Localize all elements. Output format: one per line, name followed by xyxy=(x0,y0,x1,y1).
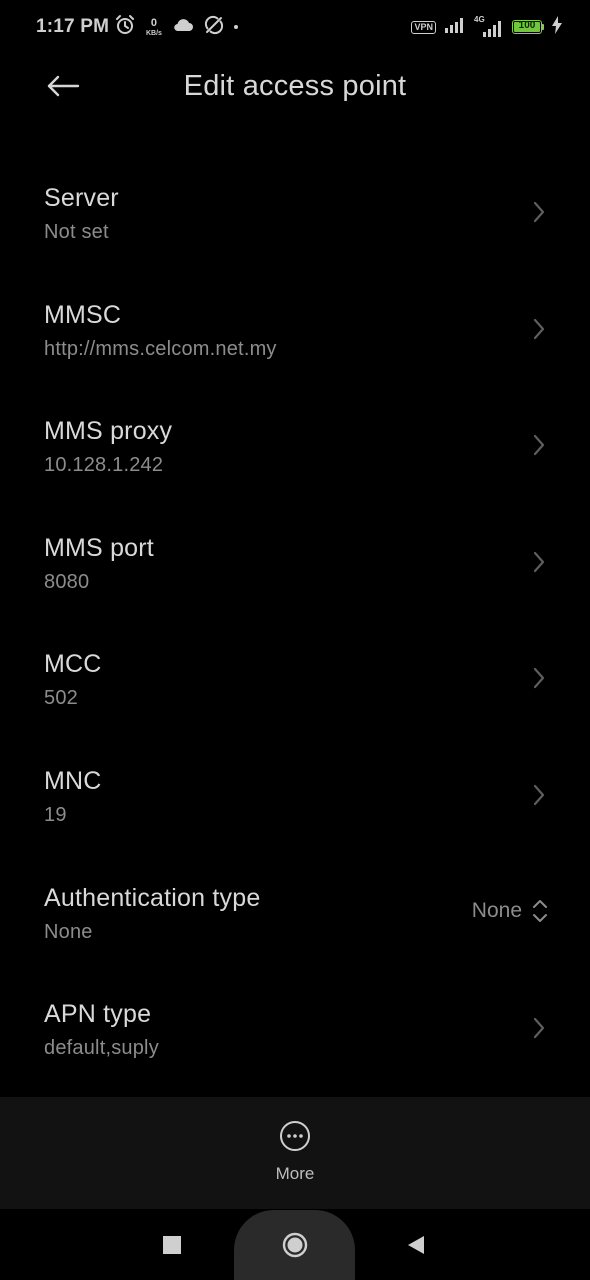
setting-row-mnc[interactable]: MNC 19 xyxy=(0,735,590,852)
setting-title: Server xyxy=(44,184,119,212)
home-button[interactable] xyxy=(234,1210,355,1280)
speed-value: 0 xyxy=(150,16,158,29)
setting-value: None xyxy=(44,920,93,943)
settings-list: Server Not set MMSC http://mms.celcom.ne… xyxy=(0,152,590,1085)
status-bar: 1:17 PM 0 KB/s VPN 4G 100 xyxy=(0,0,590,54)
battery-cap xyxy=(542,24,544,30)
notification-dot xyxy=(233,25,238,29)
no-sync-icon xyxy=(204,15,224,40)
network-speed: 0 KB/s xyxy=(146,16,162,37)
recents-button[interactable] xyxy=(162,1235,182,1255)
setting-value: Not set xyxy=(44,221,109,243)
setting-row-mmsc[interactable]: MMSC http://mms.celcom.net.my xyxy=(0,269,590,386)
status-left-icons: 0 KB/s xyxy=(114,14,238,40)
page-title: Edit access point xyxy=(183,70,407,102)
setting-title: MMS proxy xyxy=(44,417,173,446)
setting-title: MCC xyxy=(44,650,102,679)
speed-unit: KB/s xyxy=(146,29,162,37)
system-back-button[interactable] xyxy=(404,1233,426,1257)
system-navigation-bar xyxy=(0,1209,590,1280)
setting-row-mms-port[interactable]: MMS port 8080 xyxy=(0,502,590,619)
charging-icon xyxy=(552,15,562,39)
chevron-right-icon xyxy=(533,668,545,689)
setting-title: MMSC xyxy=(44,300,122,329)
alarm-icon xyxy=(114,14,136,41)
app-header: Edit access point xyxy=(0,54,590,124)
setting-title: MMS port xyxy=(44,533,154,562)
status-right-icons: VPN 4G 100 xyxy=(411,14,562,40)
setting-row-server[interactable]: Server Not set xyxy=(0,152,590,269)
setting-value: 502 xyxy=(44,687,78,710)
chevron-right-icon xyxy=(533,1018,545,1039)
setting-row-mms-proxy[interactable]: MMS proxy 10.128.1.242 xyxy=(0,385,590,502)
setting-value: http://mms.celcom.net.my xyxy=(44,337,277,360)
chevron-right-icon xyxy=(533,551,545,572)
home-circle-icon xyxy=(282,1232,307,1258)
chevron-right-icon xyxy=(533,435,545,456)
more-horizontal-icon xyxy=(278,1119,312,1158)
up-down-chevron-icon xyxy=(533,899,547,922)
cloud-icon xyxy=(172,17,194,38)
select-value: None xyxy=(471,898,522,922)
setting-value: 10.128.1.242 xyxy=(44,454,164,477)
setting-row-apn-type[interactable]: APN type default,suply xyxy=(0,968,590,1085)
battery-indicator: 100 xyxy=(512,20,544,34)
recents-square-icon xyxy=(163,1236,181,1254)
battery-body: 100 xyxy=(512,20,542,34)
chevron-right-icon xyxy=(533,784,545,806)
setting-row-mcc[interactable]: MCC 502 xyxy=(0,618,590,735)
authentication-type-select[interactable]: None xyxy=(472,898,548,924)
setting-title: Authentication type xyxy=(44,883,261,912)
chevron-right-icon xyxy=(533,201,545,223)
setting-title: MNC xyxy=(44,766,102,795)
signal-icon xyxy=(444,17,466,38)
signal-4g-icon: 4G xyxy=(474,15,504,37)
status-time: 1:17 PM xyxy=(36,16,110,37)
more-label: More xyxy=(275,1164,315,1183)
more-button[interactable]: More xyxy=(245,1119,345,1189)
battery-level: 100 xyxy=(518,20,536,31)
setting-title: APN type xyxy=(44,1000,152,1029)
back-triangle-icon xyxy=(408,1236,424,1254)
setting-row-authentication-type[interactable]: Authentication type None None xyxy=(0,852,590,969)
chevron-right-icon xyxy=(533,318,545,339)
setting-value: 8080 xyxy=(44,570,90,593)
setting-value: default,suply xyxy=(44,1037,159,1060)
bottom-action-bar: More xyxy=(0,1097,590,1209)
vpn-badge: VPN xyxy=(411,20,436,34)
setting-value: 19 xyxy=(44,803,67,826)
